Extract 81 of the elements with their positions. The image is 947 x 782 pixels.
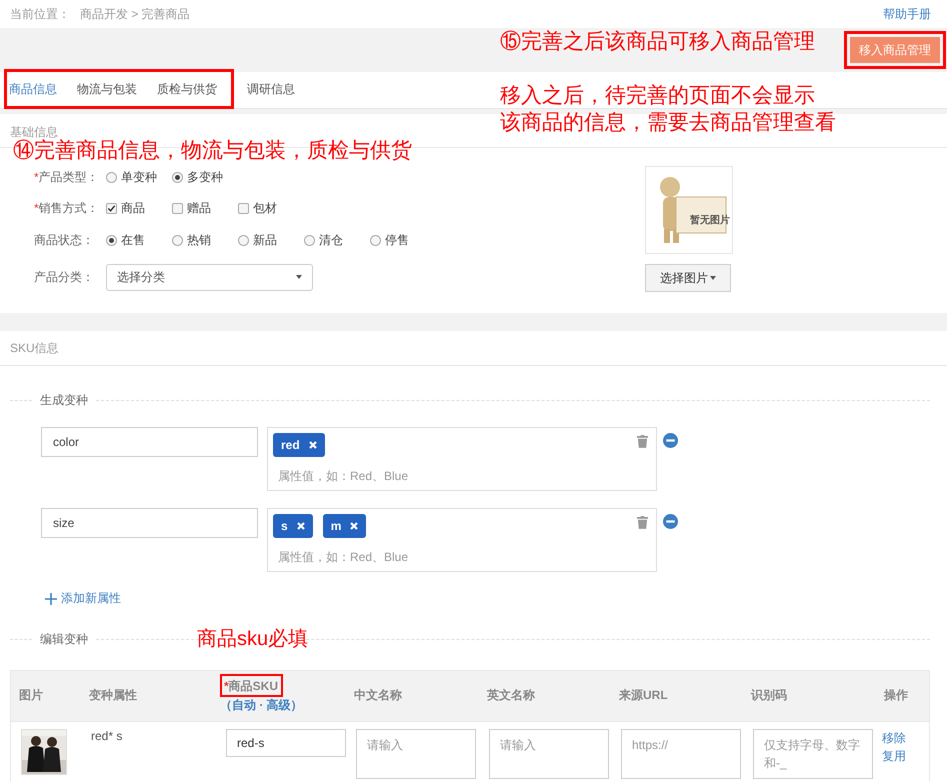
attribute-values-field[interactable]: red 属性值，如：Red、Blue [267, 427, 657, 491]
remove-icon[interactable] [296, 521, 306, 531]
field-label: 商品状态： [34, 232, 95, 249]
breadcrumb-path: 商品开发 > 完善商品 [80, 6, 190, 22]
table-cell: red* s [91, 729, 122, 743]
checkbox[interactable] [238, 203, 249, 214]
minus-circle-icon[interactable] [663, 514, 678, 529]
move-to-management-button[interactable]: 移入商品管理 [850, 37, 940, 63]
radio-button[interactable] [304, 235, 315, 246]
identifier-input[interactable]: 仅支持字母、数字和-_ [753, 729, 873, 779]
column-header: 中文名称 [354, 688, 402, 702]
action-link[interactable]: 移除 [882, 729, 931, 747]
remove-icon[interactable] [308, 440, 318, 450]
annotation-text: 移入之后，待完善的页面不会显示 [500, 83, 816, 109]
option-label: 清仓 [319, 232, 343, 249]
english-name-input[interactable]: 请输入 [489, 729, 609, 779]
checkbox[interactable] [106, 203, 117, 214]
group-title: 生成变种 [40, 392, 88, 409]
trash-icon[interactable] [637, 516, 648, 529]
no-image-caption: 暂无图片 [690, 214, 730, 227]
help-link[interactable]: 帮助手册 [883, 6, 931, 22]
annotation-text: 该商品的信息，需要去商品管理查看 [500, 110, 836, 136]
option-label: 停售 [385, 232, 409, 249]
attribute-values-field[interactable]: s m 属性值，如：Red、Blue [267, 508, 657, 572]
option-label: 商品 [121, 200, 145, 217]
attribute-name-field[interactable]: size [41, 508, 258, 538]
radio-button[interactable] [172, 172, 183, 183]
attribute-name-field[interactable]: color [41, 427, 258, 457]
radio-button[interactable] [238, 235, 249, 246]
radio-button[interactable] [172, 235, 183, 246]
trash-icon[interactable] [637, 435, 648, 448]
option-label: 赠品 [187, 200, 211, 217]
field-label: *产品类型： [34, 169, 100, 186]
source-url-input[interactable]: https:// [621, 729, 741, 779]
radio-button[interactable] [106, 235, 117, 246]
tab[interactable]: 调研信息 [237, 74, 305, 104]
caret-icon [710, 276, 716, 280]
value-tag: red [273, 433, 325, 457]
section-title: 基础信息 [10, 124, 58, 139]
annotation-text: ⑮完善之后该商品可移入商品管理 [500, 29, 815, 55]
field-label: *销售方式： [34, 200, 100, 217]
column-header: *商品SKU [224, 679, 278, 693]
minus-circle-icon[interactable] [663, 433, 678, 448]
radio-button[interactable] [106, 172, 117, 183]
option-label: 在售 [121, 232, 145, 249]
option-label: 热销 [187, 232, 211, 249]
section-title: SKU信息 [10, 340, 59, 356]
column-header: 图片 [19, 688, 43, 702]
column-header: 变种属性 [89, 688, 137, 702]
caret-icon [296, 275, 302, 279]
option-label: 新品 [253, 232, 277, 249]
category-dropdown[interactable]: 选择分类 [106, 264, 313, 290]
checkbox[interactable] [172, 203, 183, 214]
column-header: 英文名称 [487, 688, 535, 702]
annotation-text: ⑭完善商品信息，物流与包装，质检与供货 [13, 138, 412, 164]
annotation-text: 商品sku必填 [197, 627, 308, 652]
column-header: 来源URL [619, 688, 668, 702]
remove-icon[interactable] [349, 521, 360, 531]
group-title: 编辑变种 [40, 631, 88, 648]
sku-input[interactable]: red-s [226, 729, 346, 757]
choose-image-button[interactable]: 选择图片 [645, 264, 731, 292]
tab[interactable]: 商品信息 [7, 74, 67, 104]
option-label: 单变种 [121, 169, 157, 186]
value-tag: m [322, 514, 366, 538]
option-label: 多变种 [187, 169, 223, 186]
values-placeholder: 属性值，如：Red、Blue [277, 468, 410, 485]
breadcrumb-label: 当前位置： [10, 6, 70, 22]
values-placeholder: 属性值，如：Red、Blue [277, 549, 410, 566]
option-label: 包材 [253, 200, 277, 217]
chinese-name-input[interactable]: 请输入 [356, 729, 476, 779]
column-header: 识别码 [751, 688, 787, 702]
tab[interactable]: 物流与包装 [67, 74, 147, 104]
radio-button[interactable] [370, 235, 381, 246]
sku-options-link[interactable]: （自动 · 高级） [220, 697, 346, 714]
value-tag: s [273, 514, 313, 538]
plus-icon [45, 592, 57, 604]
action-link[interactable]: 复用 [882, 747, 931, 765]
column-header: 操作 [884, 688, 908, 702]
add-attribute-link[interactable]: 添加新属性 [45, 590, 947, 607]
field-label: 产品分类： [34, 268, 95, 286]
tab[interactable]: 质检与供货 [147, 74, 227, 104]
